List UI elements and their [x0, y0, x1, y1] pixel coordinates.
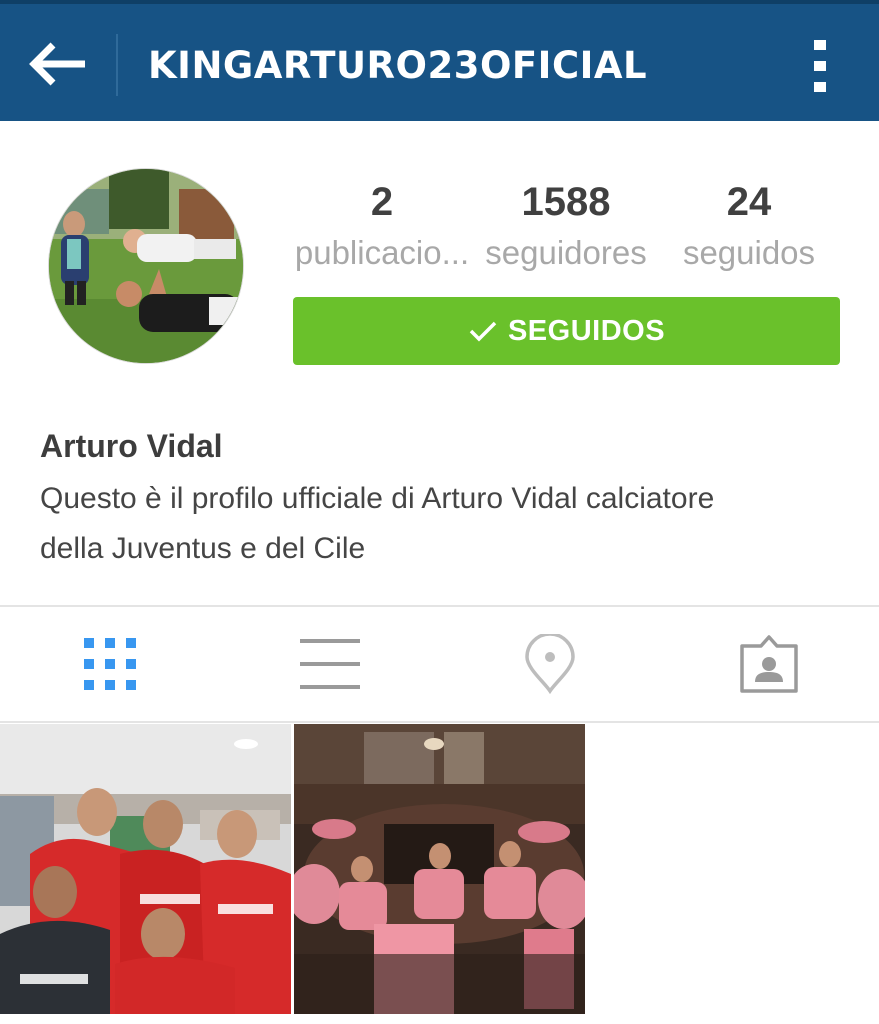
tab-tagged[interactable] [709, 612, 829, 716]
tab-location[interactable] [490, 612, 610, 716]
tagged-person-icon [740, 635, 798, 693]
tabs-divider [0, 605, 879, 607]
toolbar-divider [116, 34, 118, 96]
avatar[interactable] [48, 168, 244, 364]
team-photo-red-jerseys [0, 724, 291, 1014]
following-button[interactable]: SEGUIDOS [293, 297, 840, 365]
profile-bio: Questo è il profilo ufficiale di Arturo … [40, 474, 840, 574]
following-label: seguidos [682, 234, 816, 271]
followers-label: seguidores [485, 234, 647, 271]
bio-line: della Juventus e del Cile [40, 532, 366, 565]
followers-stat[interactable]: 1588 seguidores [480, 178, 652, 276]
following-button-label: SEGUIDOS [507, 314, 666, 347]
check-icon [469, 321, 497, 342]
back-button[interactable] [22, 32, 94, 96]
more-options-button[interactable] [800, 34, 840, 98]
posts-stat[interactable]: 2 publicacio... [292, 178, 472, 276]
following-count: 24 [726, 180, 772, 224]
profile-photo [49, 169, 243, 363]
tabs-divider [0, 721, 879, 723]
bio-line: Questo è il profilo ufficiale di Arturo … [40, 482, 715, 515]
top-app-bar: KINGARTURO23OFICIAL [0, 0, 879, 121]
following-stat[interactable]: 24 seguidos [672, 178, 826, 276]
posts-label: publicacio... [294, 234, 470, 271]
team-dinner-photo [294, 724, 585, 1014]
post-thumbnail[interactable] [0, 724, 291, 1014]
tab-grid[interactable] [50, 612, 170, 716]
list-icon [300, 639, 360, 689]
posts-count: 2 [370, 180, 394, 224]
tab-list[interactable] [270, 612, 390, 716]
location-pin-icon [525, 634, 575, 694]
arrow-left-icon [29, 42, 85, 86]
followers-count: 1588 [521, 180, 611, 224]
more-vertical-icon [814, 40, 826, 92]
grid-icon [84, 638, 136, 690]
post-thumbnail[interactable] [294, 724, 585, 1014]
profile-name: Arturo Vidal [40, 428, 223, 464]
page-title: KINGARTURO23OFICIAL [148, 44, 648, 87]
